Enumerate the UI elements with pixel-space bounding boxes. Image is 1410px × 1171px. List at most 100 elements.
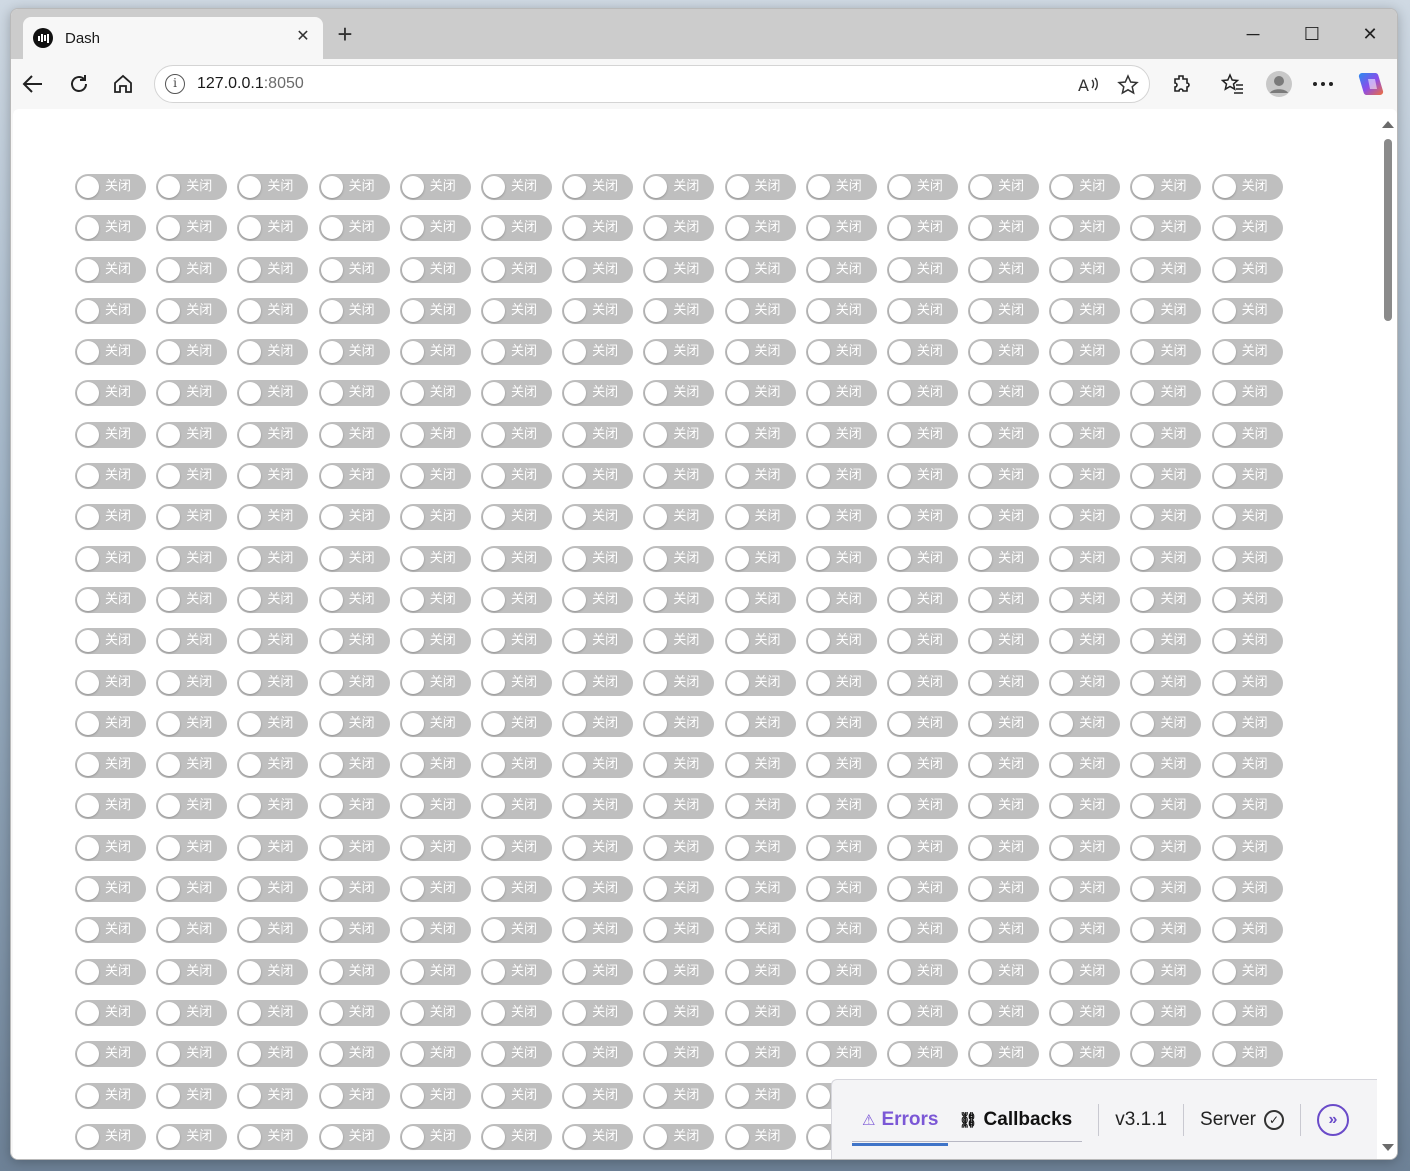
toggle-switch[interactable]: 关闭 bbox=[1130, 834, 1202, 861]
toggle-switch[interactable]: 关闭 bbox=[399, 958, 471, 985]
toggle-switch[interactable]: 关闭 bbox=[562, 793, 634, 820]
toggle-switch[interactable]: 关闭 bbox=[562, 504, 634, 531]
toggle-switch[interactable]: 关闭 bbox=[724, 628, 796, 655]
toggle-switch[interactable]: 关闭 bbox=[1130, 793, 1202, 820]
toggle-switch[interactable]: 关闭 bbox=[399, 834, 471, 861]
toggle-switch[interactable]: 关闭 bbox=[480, 256, 552, 283]
home-icon[interactable] bbox=[107, 69, 139, 99]
toggle-switch[interactable]: 关闭 bbox=[968, 752, 1040, 779]
toggle-switch[interactable]: 关闭 bbox=[1049, 463, 1121, 490]
toggle-switch[interactable]: 关闭 bbox=[1049, 586, 1121, 613]
toggle-switch[interactable]: 关闭 bbox=[886, 876, 958, 903]
toggle-switch[interactable]: 关闭 bbox=[968, 834, 1040, 861]
toggle-switch[interactable]: 关闭 bbox=[1049, 256, 1121, 283]
toggle-switch[interactable]: 关闭 bbox=[562, 380, 634, 407]
toggle-switch[interactable]: 关闭 bbox=[724, 297, 796, 324]
toggle-switch[interactable]: 关闭 bbox=[1211, 339, 1283, 366]
toggle-switch[interactable]: 关闭 bbox=[886, 710, 958, 737]
toggle-switch[interactable]: 关闭 bbox=[237, 1123, 309, 1150]
toggle-switch[interactable]: 关闭 bbox=[318, 545, 390, 572]
toggle-switch[interactable]: 关闭 bbox=[643, 710, 715, 737]
scroll-thumb[interactable] bbox=[1384, 139, 1392, 321]
toggle-switch[interactable]: 关闭 bbox=[1211, 421, 1283, 448]
toggle-switch[interactable]: 关闭 bbox=[318, 917, 390, 944]
toggle-switch[interactable]: 关闭 bbox=[724, 669, 796, 696]
toggle-switch[interactable]: 关闭 bbox=[724, 256, 796, 283]
toggle-switch[interactable]: 关闭 bbox=[75, 174, 146, 200]
toggle-switch[interactable]: 关闭 bbox=[724, 999, 796, 1026]
toggle-switch[interactable]: 关闭 bbox=[724, 339, 796, 366]
toggle-switch[interactable]: 关闭 bbox=[886, 917, 958, 944]
toggle-switch[interactable]: 关闭 bbox=[1130, 917, 1202, 944]
toggle-switch[interactable]: 关闭 bbox=[480, 710, 552, 737]
maximize-icon[interactable]: ☐ bbox=[1292, 19, 1332, 49]
toggle-switch[interactable]: 关闭 bbox=[886, 256, 958, 283]
toggle-switch[interactable]: 关闭 bbox=[399, 752, 471, 779]
toggle-switch[interactable]: 关闭 bbox=[805, 710, 877, 737]
toggle-switch[interactable]: 关闭 bbox=[724, 793, 796, 820]
toggle-switch[interactable]: 关闭 bbox=[1130, 545, 1202, 572]
toggle-switch[interactable]: 关闭 bbox=[805, 215, 877, 242]
toggle-switch[interactable]: 关闭 bbox=[1211, 793, 1283, 820]
toggle-switch[interactable]: 关闭 bbox=[480, 628, 552, 655]
toggle-switch[interactable]: 关闭 bbox=[237, 752, 309, 779]
more-icon[interactable] bbox=[1307, 69, 1339, 99]
toggle-switch[interactable]: 关闭 bbox=[805, 1041, 877, 1068]
toggle-switch[interactable]: 关闭 bbox=[156, 710, 228, 737]
toggle-switch[interactable]: 关闭 bbox=[480, 1123, 552, 1150]
toggle-switch[interactable]: 关闭 bbox=[237, 999, 309, 1026]
toggle-switch[interactable]: 关闭 bbox=[1211, 463, 1283, 490]
toggle-switch[interactable]: 关闭 bbox=[1049, 339, 1121, 366]
toggle-switch[interactable]: 关闭 bbox=[75, 463, 146, 490]
toggle-switch[interactable]: 关闭 bbox=[399, 917, 471, 944]
toggle-switch[interactable]: 关闭 bbox=[1130, 380, 1202, 407]
toggle-switch[interactable]: 关闭 bbox=[562, 215, 634, 242]
toggle-switch[interactable]: 关闭 bbox=[968, 463, 1040, 490]
toggle-switch[interactable]: 关闭 bbox=[399, 545, 471, 572]
plus-icon[interactable]: + bbox=[331, 21, 359, 49]
toggle-switch[interactable]: 关闭 bbox=[399, 380, 471, 407]
toggle-switch[interactable]: 关闭 bbox=[237, 174, 309, 200]
favorite-star-icon[interactable] bbox=[1117, 74, 1139, 96]
toggle-switch[interactable]: 关闭 bbox=[805, 752, 877, 779]
toggle-switch[interactable]: 关闭 bbox=[75, 876, 146, 903]
toggle-switch[interactable]: 关闭 bbox=[75, 1123, 146, 1150]
toggle-switch[interactable]: 关闭 bbox=[156, 174, 228, 200]
toggle-switch[interactable]: 关闭 bbox=[1211, 174, 1283, 200]
toggle-switch[interactable]: 关闭 bbox=[318, 834, 390, 861]
toggle-switch[interactable]: 关闭 bbox=[724, 876, 796, 903]
toggle-switch[interactable]: 关闭 bbox=[968, 793, 1040, 820]
toggle-switch[interactable]: 关闭 bbox=[156, 1123, 228, 1150]
toggle-switch[interactable]: 关闭 bbox=[1049, 999, 1121, 1026]
toggle-switch[interactable]: 关闭 bbox=[1049, 710, 1121, 737]
toggle-switch[interactable]: 关闭 bbox=[724, 1041, 796, 1068]
toggle-switch[interactable]: 关闭 bbox=[886, 752, 958, 779]
toggle-switch[interactable]: 关闭 bbox=[237, 339, 309, 366]
toggle-switch[interactable]: 关闭 bbox=[75, 215, 146, 242]
toggle-switch[interactable]: 关闭 bbox=[643, 545, 715, 572]
toggle-switch[interactable]: 关闭 bbox=[399, 174, 471, 200]
toggle-switch[interactable]: 关闭 bbox=[1130, 1041, 1202, 1068]
toggle-switch[interactable]: 关闭 bbox=[724, 504, 796, 531]
read-aloud-icon[interactable]: A bbox=[1077, 74, 1099, 96]
toggle-switch[interactable]: 关闭 bbox=[968, 297, 1040, 324]
toggle-switch[interactable]: 关闭 bbox=[1049, 834, 1121, 861]
toggle-switch[interactable]: 关闭 bbox=[318, 421, 390, 448]
toggle-switch[interactable]: 关闭 bbox=[318, 752, 390, 779]
toggle-switch[interactable]: 关闭 bbox=[480, 339, 552, 366]
toggle-switch[interactable]: 关闭 bbox=[805, 793, 877, 820]
toggle-switch[interactable]: 关闭 bbox=[237, 586, 309, 613]
toggle-switch[interactable]: 关闭 bbox=[1049, 917, 1121, 944]
toggle-switch[interactable]: 关闭 bbox=[968, 958, 1040, 985]
toggle-switch[interactable]: 关闭 bbox=[75, 339, 146, 366]
toggle-switch[interactable]: 关闭 bbox=[318, 958, 390, 985]
toggle-switch[interactable]: 关闭 bbox=[156, 256, 228, 283]
toggle-switch[interactable]: 关闭 bbox=[1130, 710, 1202, 737]
toggle-switch[interactable]: 关闭 bbox=[643, 752, 715, 779]
toggle-switch[interactable]: 关闭 bbox=[75, 999, 146, 1026]
toggle-switch[interactable]: 关闭 bbox=[643, 463, 715, 490]
toggle-switch[interactable]: 关闭 bbox=[156, 669, 228, 696]
toggle-switch[interactable]: 关闭 bbox=[968, 380, 1040, 407]
toggle-switch[interactable]: 关闭 bbox=[1049, 628, 1121, 655]
toggle-switch[interactable]: 关闭 bbox=[1130, 256, 1202, 283]
